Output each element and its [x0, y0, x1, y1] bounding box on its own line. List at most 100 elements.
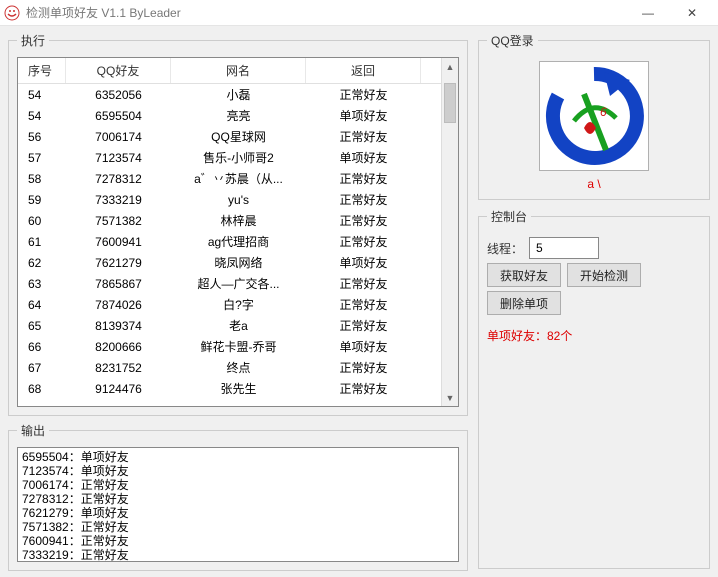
svg-text:6: 6	[600, 105, 607, 119]
exec-legend: 执行	[17, 32, 49, 49]
cell-seq: 59	[18, 193, 66, 207]
cell-seq: 65	[18, 319, 66, 333]
table-row[interactable]: 587278312a゛丷苏晨（从...正常好友	[18, 168, 458, 189]
table-row[interactable]: 678231752终点正常好友	[18, 357, 458, 378]
col-seq[interactable]: 序号	[18, 58, 66, 83]
cell-seq: 57	[18, 151, 66, 165]
cell-nick: ag代理招商	[171, 233, 306, 250]
cell-ret: 正常好友	[306, 170, 421, 187]
fetch-friends-button[interactable]: 获取好友	[487, 263, 561, 287]
avatar[interactable]: 6	[539, 61, 649, 171]
table-row[interactable]: 577123574售乐-小师哥2单项好友	[18, 147, 458, 168]
cell-ret: 正常好友	[306, 275, 421, 292]
cell-qq: 7278312	[66, 172, 171, 186]
output-legend: 输出	[17, 422, 49, 439]
friend-list[interactable]: 序号 QQ好友 网名 返回 546352056小磊正常好友546595504亮亮…	[17, 57, 459, 407]
cell-seq: 60	[18, 214, 66, 228]
cell-seq: 56	[18, 130, 66, 144]
minimize-button[interactable]: —	[626, 0, 670, 26]
start-check-button[interactable]: 开始检测	[567, 263, 641, 287]
cell-nick: 售乐-小师哥2	[171, 149, 306, 166]
cell-ret: 正常好友	[306, 233, 421, 250]
titlebar: 检测单项好友 V1.1 ByLeader — ✕	[0, 0, 718, 26]
close-icon: ✕	[687, 6, 697, 20]
cell-seq: 64	[18, 298, 66, 312]
cell-qq: 7123574	[66, 151, 171, 165]
cell-nick: 晓凤网络	[171, 254, 306, 271]
cell-seq: 54	[18, 88, 66, 102]
output-text[interactable]: 6595504：单项好友 7123574：单项好友 7006174：正常好友 7…	[17, 447, 459, 562]
table-row[interactable]: 607571382林梓晨正常好友	[18, 210, 458, 231]
cell-nick: yu's	[171, 193, 306, 207]
table-row[interactable]: 597333219yu's正常好友	[18, 189, 458, 210]
cell-ret: 正常好友	[306, 380, 421, 397]
avatar-image: 6	[544, 66, 644, 166]
table-row[interactable]: 647874026白?字正常好友	[18, 294, 458, 315]
output-group: 输出 6595504：单项好友 7123574：单项好友 7006174：正常好…	[8, 422, 468, 571]
table-row[interactable]: 546352056小磊正常好友	[18, 84, 458, 105]
table-row[interactable]: 658139374老a正常好友	[18, 315, 458, 336]
login-group: QQ登录 6 a \	[478, 32, 710, 200]
app-icon	[4, 5, 20, 21]
cell-qq: 8231752	[66, 361, 171, 375]
cell-ret: 正常好友	[306, 212, 421, 229]
cell-qq: 6352056	[66, 88, 171, 102]
cell-ret: 单项好友	[306, 338, 421, 355]
cell-seq: 54	[18, 109, 66, 123]
list-header: 序号 QQ好友 网名 返回	[18, 58, 458, 84]
delete-single-button[interactable]: 删除单项	[487, 291, 561, 315]
table-row[interactable]: 689124476张先生正常好友	[18, 378, 458, 399]
table-row[interactable]: 617600941ag代理招商正常好友	[18, 231, 458, 252]
cell-qq: 8139374	[66, 319, 171, 333]
cell-qq: 7874026	[66, 298, 171, 312]
close-button[interactable]: ✕	[670, 0, 714, 26]
cell-seq: 67	[18, 361, 66, 375]
window-title: 检测单项好友 V1.1 ByLeader	[26, 4, 626, 21]
table-row[interactable]: 637865867超人—广交各...正常好友	[18, 273, 458, 294]
minimize-icon: —	[642, 6, 654, 20]
cell-ret: 单项好友	[306, 254, 421, 271]
login-legend: QQ登录	[487, 32, 538, 49]
table-row[interactable]: 567006174QQ星球网正常好友	[18, 126, 458, 147]
col-qq[interactable]: QQ好友	[66, 58, 171, 83]
table-row[interactable]: 546595504亮亮单项好友	[18, 105, 458, 126]
cell-nick: a゛丷苏晨（从...	[171, 170, 306, 187]
cell-ret: 正常好友	[306, 191, 421, 208]
cell-ret: 单项好友	[306, 149, 421, 166]
console-group: 控制台 线程： 获取好友 开始检测 删除单项 单项好友：82个	[478, 208, 710, 569]
cell-qq: 8200666	[66, 340, 171, 354]
cell-qq: 7333219	[66, 193, 171, 207]
cell-seq: 62	[18, 256, 66, 270]
cell-nick: 张先生	[171, 380, 306, 397]
cell-ret: 正常好友	[306, 128, 421, 145]
col-nick[interactable]: 网名	[171, 58, 306, 83]
cell-seq: 63	[18, 277, 66, 291]
cell-qq: 7621279	[66, 256, 171, 270]
cell-seq: 58	[18, 172, 66, 186]
cell-nick: 鲜花卡盟-乔哥	[171, 338, 306, 355]
table-row[interactable]: 627621279晓凤网络单项好友	[18, 252, 458, 273]
col-ret[interactable]: 返回	[306, 58, 421, 83]
cell-nick: 超人—广交各...	[171, 275, 306, 292]
scroll-thumb[interactable]	[444, 83, 456, 123]
scroll-down-icon[interactable]: ▼	[442, 389, 458, 406]
cell-ret: 正常好友	[306, 317, 421, 334]
cell-nick: QQ星球网	[171, 128, 306, 145]
console-legend: 控制台	[487, 208, 531, 225]
table-row[interactable]: 668200666鲜花卡盟-乔哥单项好友	[18, 336, 458, 357]
cell-nick: 亮亮	[171, 107, 306, 124]
cell-seq: 61	[18, 235, 66, 249]
cell-ret: 单项好友	[306, 107, 421, 124]
exec-group: 执行 序号 QQ好友 网名 返回 546352056小磊正常好友54659550…	[8, 32, 468, 416]
thread-label: 线程：	[487, 240, 523, 257]
thread-input[interactable]	[529, 237, 599, 259]
cell-qq: 7865867	[66, 277, 171, 291]
scroll-up-icon[interactable]: ▲	[442, 58, 458, 75]
cell-qq: 7600941	[66, 235, 171, 249]
cell-qq: 9124476	[66, 382, 171, 396]
cell-nick: 老a	[171, 317, 306, 334]
cell-seq: 68	[18, 382, 66, 396]
scroll-track[interactable]	[442, 75, 458, 389]
cell-nick: 白?字	[171, 296, 306, 313]
list-scrollbar[interactable]: ▲ ▼	[441, 58, 458, 406]
